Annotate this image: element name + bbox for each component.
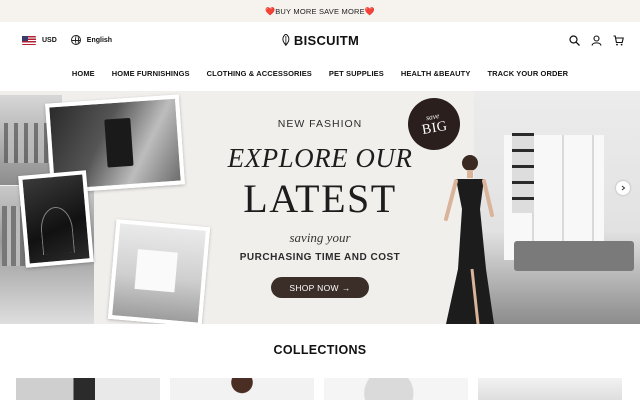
nav-item-track-order[interactable]: TRACK YOUR ORDER xyxy=(487,69,568,78)
leaf-logo-icon xyxy=(282,34,290,46)
account-icon[interactable] xyxy=(590,34,602,46)
header-actions xyxy=(568,34,624,46)
us-flag-icon[interactable] xyxy=(22,35,36,45)
hero-subline: saving your xyxy=(289,230,351,245)
hero-headline-1: EXPLORE OUR xyxy=(227,143,413,173)
hero-tagline: PURCHASING TIME AND COST xyxy=(239,252,401,263)
shelf-graphic xyxy=(512,133,534,213)
locale-selector: USD English xyxy=(22,35,112,45)
heart-icon: ❤️ xyxy=(265,6,276,16)
shop-now-label: SHOP NOW xyxy=(289,282,339,293)
globe-icon[interactable] xyxy=(70,35,81,45)
collections-grid xyxy=(16,378,624,400)
currency-selector[interactable]: USD xyxy=(42,37,57,44)
announcement-bar: ❤️ BUY MORE SAVE MORE ❤️ xyxy=(0,0,640,22)
hero-banner[interactable]: NEW FASHION EXPLORE OUR LATEST saving yo… xyxy=(0,91,640,324)
collection-card[interactable] xyxy=(16,378,160,400)
nav-item-pet-supplies[interactable]: PET SUPPLIES xyxy=(329,69,384,78)
chevron-right-icon xyxy=(621,185,626,191)
cart-icon[interactable] xyxy=(612,34,624,46)
heart-icon: ❤️ xyxy=(364,6,375,16)
collections-title: COLLECTIONS xyxy=(273,343,367,357)
nav-item-health-beauty[interactable]: HEALTH &BEAUTY xyxy=(401,69,471,78)
collection-card[interactable] xyxy=(324,378,468,400)
nav-item-home-furnishings[interactable]: HOME FURNISHINGS xyxy=(112,69,190,78)
model-photo xyxy=(18,170,94,268)
site-header: USD English BISCUITM xyxy=(0,22,640,58)
announcement-text: BUY MORE SAVE MORE xyxy=(275,6,365,16)
collection-card[interactable] xyxy=(170,378,314,400)
carousel-next-button[interactable] xyxy=(616,181,630,195)
brand-name: BISCUITM xyxy=(293,32,360,48)
main-nav: HOME HOME FURNISHINGS CLOTHING & ACCESSO… xyxy=(0,58,640,88)
badge-bottom-text: BIG xyxy=(420,118,449,138)
brand-logo[interactable]: BISCUITM xyxy=(281,33,359,48)
hero-kicker: NEW FASHION xyxy=(277,118,363,130)
nav-item-home[interactable]: HOME xyxy=(72,69,95,78)
collection-card[interactable] xyxy=(478,378,622,400)
hero-copy: NEW FASHION EXPLORE OUR LATEST saving yo… xyxy=(210,91,430,324)
nav-item-clothing-accessories[interactable]: CLOTHING & ACCESSORIES xyxy=(207,69,312,78)
arrow-right-icon: → xyxy=(341,282,351,293)
hero-headline-2: LATEST xyxy=(243,176,397,221)
model-in-dress-photo xyxy=(444,155,494,324)
language-selector[interactable]: English xyxy=(87,37,112,44)
shop-now-button[interactable]: SHOP NOW → xyxy=(271,277,369,298)
interior-photo xyxy=(107,219,211,324)
search-icon[interactable] xyxy=(568,34,580,46)
